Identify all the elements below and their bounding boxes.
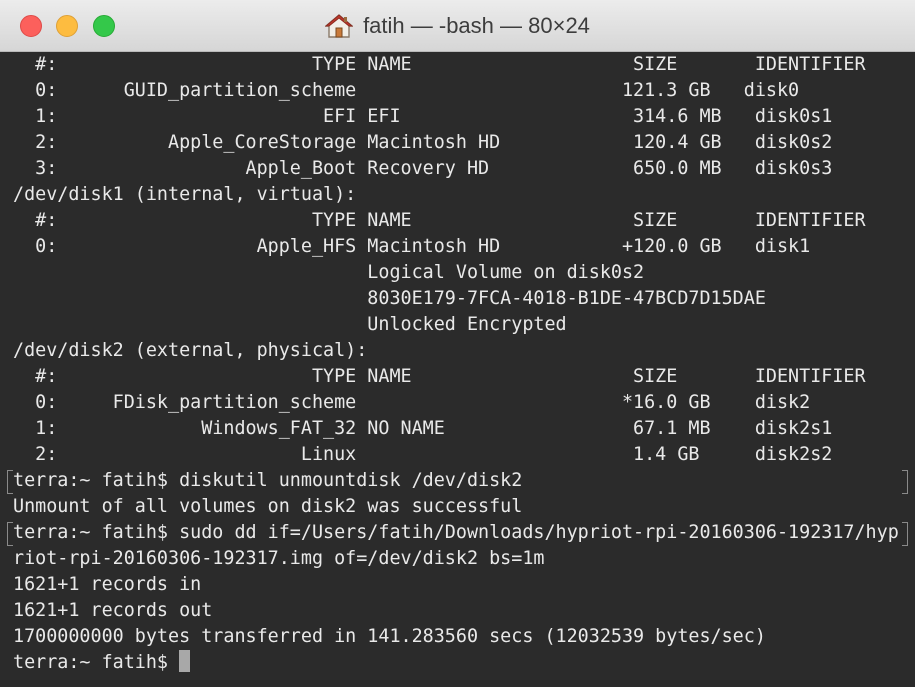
window-title-group: fatih — -bash — 80×24: [0, 10, 915, 42]
window-title: fatih — -bash — 80×24: [363, 13, 590, 38]
output-line: 1621+1 records in: [13, 574, 202, 595]
output-line: 1: Windows_FAT_32 NO NAME 67.1 MB disk2s…: [13, 418, 833, 439]
terminal-window: fatih — -bash — 80×24 #: TYPE NAME SIZE …: [0, 0, 915, 687]
command-mark: [902, 522, 908, 546]
output-line: /dev/disk1 (internal, virtual):: [13, 184, 357, 205]
command-mark: [902, 470, 908, 494]
output-line: #: TYPE NAME SIZE IDENTIFIER: [13, 54, 866, 75]
command-line: terra:~ fatih$ sudo dd if=/Users/fatih/D…: [13, 522, 899, 543]
output-line: /dev/disk2 (external, physical):: [13, 340, 368, 361]
text-cursor: [179, 650, 191, 672]
output-line: riot-rpi-20160306-192317.img of=/dev/dis…: [13, 548, 545, 569]
output-line: #: TYPE NAME SIZE IDENTIFIER: [13, 366, 866, 387]
prompt-line[interactable]: terra:~ fatih$: [13, 650, 191, 676]
output-line: Logical Volume on disk0s2: [13, 262, 645, 283]
output-line: 0: GUID_partition_scheme 121.3 GB disk0: [13, 80, 800, 101]
output-line: #: TYPE NAME SIZE IDENTIFIER: [13, 210, 866, 231]
output-line: 1621+1 records out: [13, 600, 213, 621]
title-bar[interactable]: fatih — -bash — 80×24: [0, 0, 915, 52]
output-line: 3: Apple_Boot Recovery HD 650.0 MB disk0…: [13, 158, 833, 179]
output-line: 8030E179-7FCA-4018-B1DE-47BCD7D15DAE: [13, 288, 766, 309]
terminal-output[interactable]: #: TYPE NAME SIZE IDENTIFIER 0: GUID_par…: [0, 52, 915, 687]
output-line: Unmount of all volumes on disk2 was succ…: [13, 496, 523, 517]
output-line: 1700000000 bytes transferred in 141.2835…: [13, 626, 766, 647]
home-icon: [324, 13, 354, 39]
shell-prompt: terra:~ fatih$: [13, 652, 180, 673]
output-line: Unlocked Encrypted: [13, 314, 567, 335]
output-line: 2: Linux 1.4 GB disk2s2: [13, 444, 833, 465]
output-line: 0: Apple_HFS Macintosh HD +120.0 GB disk…: [13, 236, 811, 257]
command-line: terra:~ fatih$ diskutil unmountdisk /dev…: [13, 470, 523, 491]
output-line: 0: FDisk_partition_scheme *16.0 GB disk2: [13, 392, 811, 413]
output-line: 1: EFI EFI 314.6 MB disk0s1: [13, 106, 833, 127]
output-line: 2: Apple_CoreStorage Macintosh HD 120.4 …: [13, 132, 833, 153]
